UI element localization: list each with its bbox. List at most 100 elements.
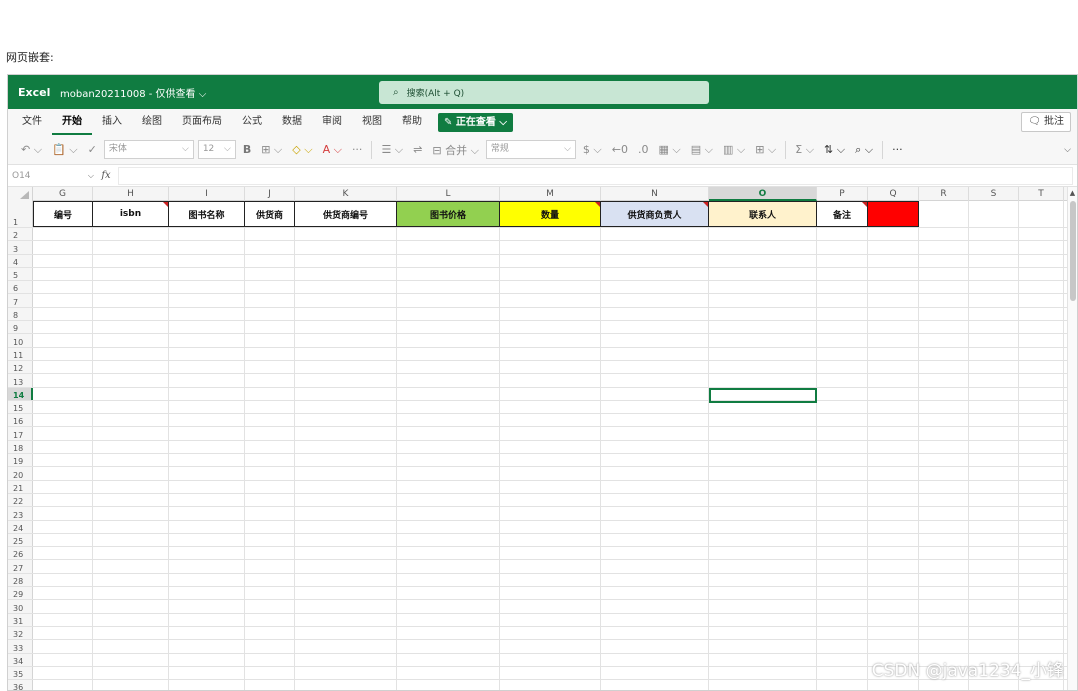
row-header[interactable]: 24 xyxy=(8,520,33,533)
grid-cell[interactable] xyxy=(919,347,969,360)
grid-cell[interactable] xyxy=(397,467,500,480)
grid-cell[interactable] xyxy=(969,241,1019,254)
grid-cell[interactable] xyxy=(969,454,1019,467)
grid-cell[interactable] xyxy=(397,600,500,613)
grid-cell[interactable] xyxy=(397,294,500,307)
grid-cell[interactable] xyxy=(169,347,245,360)
grid-cell[interactable] xyxy=(868,360,919,374)
grid-cell[interactable] xyxy=(33,427,93,440)
grid-cell[interactable] xyxy=(397,360,500,374)
grid-cell[interactable] xyxy=(919,480,969,493)
grid-cell[interactable] xyxy=(868,440,919,454)
grid-cell[interactable] xyxy=(919,440,969,454)
active-cell-outline[interactable] xyxy=(709,387,817,403)
grid-cell[interactable] xyxy=(601,228,709,241)
header-cell[interactable] xyxy=(868,201,919,227)
grid-cell[interactable] xyxy=(1019,560,1064,573)
grid-cell[interactable] xyxy=(969,387,1019,400)
grid-cell[interactable] xyxy=(33,666,93,680)
grid-cell[interactable] xyxy=(919,613,969,626)
grid-cell[interactable] xyxy=(33,573,93,587)
grid-cell[interactable] xyxy=(709,334,817,347)
column-header[interactable]: P xyxy=(817,187,868,201)
grid-cell[interactable] xyxy=(1019,626,1064,640)
grid-cell[interactable] xyxy=(500,387,601,400)
grid-cell[interactable] xyxy=(33,640,93,653)
grid-cell[interactable] xyxy=(33,587,93,600)
row-header[interactable]: 1 xyxy=(8,201,33,227)
grid-cell[interactable] xyxy=(817,228,868,241)
grid-cell[interactable] xyxy=(169,387,245,400)
grid-cell[interactable] xyxy=(919,254,969,267)
grid-cell[interactable] xyxy=(169,493,245,507)
grid-cell[interactable] xyxy=(169,653,245,666)
vertical-scrollbar[interactable]: ▲ xyxy=(1067,187,1077,690)
grid-cell[interactable] xyxy=(33,254,93,267)
fx-icon[interactable]: fx xyxy=(94,170,118,181)
grid-cell[interactable] xyxy=(295,440,397,454)
grid-cell[interactable] xyxy=(33,374,93,387)
tab-8[interactable]: 视图 xyxy=(352,109,392,135)
grid-cell[interactable] xyxy=(601,493,709,507)
grid-cell[interactable] xyxy=(817,587,868,600)
header-cell[interactable]: 联系人 xyxy=(709,201,817,227)
grid-cell[interactable] xyxy=(500,626,601,640)
grid-cell[interactable] xyxy=(397,307,500,321)
row-header[interactable]: 2 xyxy=(8,228,33,241)
grid-cell[interactable] xyxy=(1019,374,1064,387)
grid-cell[interactable] xyxy=(919,640,969,653)
grid-cell[interactable] xyxy=(295,281,397,294)
row-header[interactable]: 31 xyxy=(8,613,33,626)
row-header[interactable]: 11 xyxy=(8,347,33,360)
row-header[interactable]: 33 xyxy=(8,640,33,653)
grid-cell[interactable] xyxy=(500,281,601,294)
grid-cell[interactable] xyxy=(601,507,709,520)
grid-cell[interactable] xyxy=(93,600,169,613)
grid-cell[interactable] xyxy=(868,533,919,547)
grid-cell[interactable] xyxy=(919,360,969,374)
grid-cell[interactable] xyxy=(397,334,500,347)
grid-cell[interactable] xyxy=(33,321,93,334)
grid-cell[interactable] xyxy=(93,281,169,294)
row-header[interactable]: 14 xyxy=(8,387,33,400)
formula-input[interactable] xyxy=(118,166,1073,185)
row-header[interactable]: 25 xyxy=(8,533,33,547)
grid-cell[interactable] xyxy=(93,267,169,281)
grid-cell[interactable] xyxy=(919,560,969,573)
select-all-corner[interactable] xyxy=(8,187,33,201)
grid-cell[interactable] xyxy=(601,666,709,680)
grid-cell[interactable] xyxy=(868,573,919,587)
tab-3[interactable]: 绘图 xyxy=(132,109,172,135)
grid-cell[interactable] xyxy=(919,321,969,334)
grid-cell[interactable] xyxy=(93,400,169,414)
row-header[interactable]: 8 xyxy=(8,307,33,321)
header-cell[interactable]: 数量 xyxy=(500,201,601,227)
grid-cell[interactable] xyxy=(33,307,93,321)
row-header[interactable]: 30 xyxy=(8,600,33,613)
grid-cell[interactable] xyxy=(868,547,919,560)
grid-cell[interactable] xyxy=(245,626,295,640)
row-header[interactable]: 10 xyxy=(8,334,33,347)
grid-cell[interactable] xyxy=(817,640,868,653)
grid-cell[interactable] xyxy=(245,640,295,653)
grid-cell[interactable] xyxy=(817,374,868,387)
grid-cell[interactable] xyxy=(919,427,969,440)
grid-cell[interactable] xyxy=(245,507,295,520)
grid-cell[interactable] xyxy=(601,427,709,440)
grid-cell[interactable] xyxy=(817,400,868,414)
grid-cell[interactable] xyxy=(919,228,969,241)
grid-cell[interactable] xyxy=(817,440,868,454)
font-name-select[interactable]: 宋体 ⌵ xyxy=(103,140,194,159)
grid-cell[interactable] xyxy=(93,414,169,427)
grid-cell[interactable] xyxy=(397,267,500,281)
grid-cell[interactable] xyxy=(969,680,1019,690)
grid-cell[interactable] xyxy=(709,294,817,307)
grid-cell[interactable] xyxy=(868,560,919,573)
grid-cell[interactable] xyxy=(295,587,397,600)
grid-cell[interactable] xyxy=(1019,347,1064,360)
grid-cell[interactable] xyxy=(500,467,601,480)
grid-cell[interactable] xyxy=(295,387,397,400)
grid-cell[interactable] xyxy=(93,321,169,334)
grid-cell[interactable] xyxy=(868,640,919,653)
grid-cell[interactable] xyxy=(817,281,868,294)
